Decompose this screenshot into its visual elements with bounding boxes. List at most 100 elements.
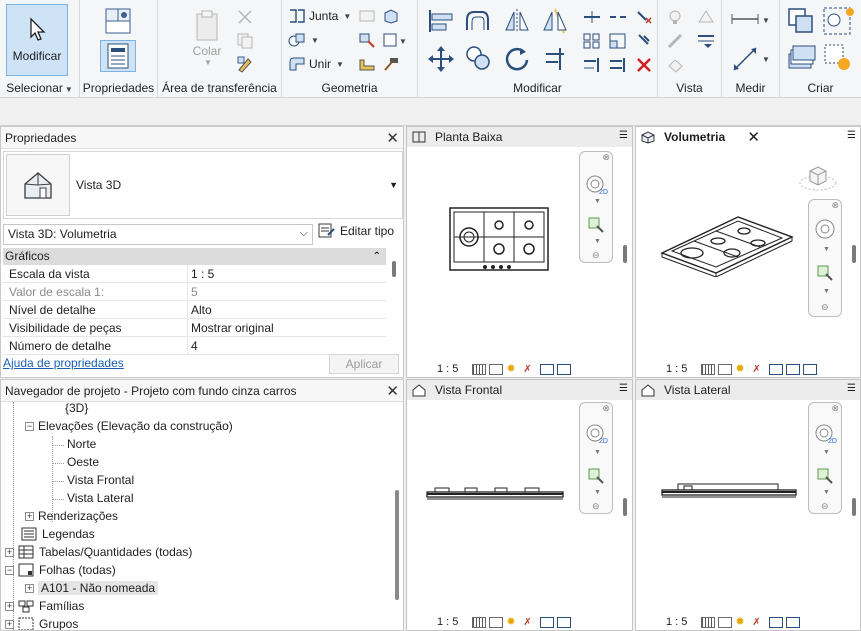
sun-path-icon[interactable]: ✹ [506,616,520,628]
instance-selector[interactable]: Vista 3D: Volumetria ⌵ [3,224,313,245]
tree-item-vista-frontal[interactable]: Vista Frontal [67,471,134,489]
view-scale[interactable]: 1 : 5 [437,616,458,628]
expand-icon[interactable]: + [25,511,34,521]
property-value[interactable]: 4 [188,337,386,354]
array-icon[interactable] [582,32,602,50]
properties-button[interactable] [100,40,136,72]
tree-item-familias[interactable]: + Famílias [5,597,84,615]
chevron-down-icon[interactable]: ▼ [823,246,830,253]
navbar-options-icon[interactable]: ⊖ [821,302,829,313]
property-value[interactable]: Mostrar original [188,319,386,336]
viewport-vista-lateral[interactable]: Vista Lateral ☰ ⊗ 2D ▼ ▼ ⊖ 1 : 5 ✹ ✗ [635,379,861,631]
tree-item-elevacoes[interactable]: − Elevações (Elevação da construção) [25,417,233,435]
view-toggle-icon[interactable] [666,56,686,74]
property-row[interactable]: Nível de detalhe Alto [3,301,386,319]
zoom-icon[interactable] [816,467,836,485]
view-menu-icon[interactable]: ☰ [847,383,856,394]
wall-joins-icon[interactable] [358,8,376,24]
navigation-bar[interactable]: ⊗ 2D ▼ ▼ ⊖ [808,402,842,514]
chevron-down-icon[interactable]: ▼ [594,489,601,496]
cooktop-front-drawing[interactable] [425,484,567,506]
selecionar-dropdown[interactable]: Selecionar ▼ [0,81,79,95]
close-icon[interactable]: ✕ [747,128,760,146]
zoom-icon[interactable] [587,467,607,485]
close-icon[interactable]: ⊗ [602,152,610,163]
navigation-bar[interactable]: ⊗ ▼ ▼ ⊖ [808,199,842,317]
tree-item-grupos[interactable]: + Grupos [5,615,78,630]
shadows-icon[interactable]: ✗ [523,364,537,375]
cooktop-plan-drawing[interactable] [449,207,551,273]
crop-region-icon[interactable] [557,363,572,375]
cut-geometry-button[interactable]: ▼ [288,32,319,48]
view-menu-icon[interactable]: ☰ [847,130,856,141]
unir-button[interactable]: Unir ▼ [288,56,344,72]
sun-path-icon[interactable]: ✹ [735,363,749,375]
view-tab-active[interactable]: Volumetria ✕ ☰ [636,127,860,147]
shadows-icon[interactable]: ✗ [752,617,766,628]
chevron-down-icon[interactable]: ▼ [823,449,830,456]
rotate-icon[interactable] [502,44,532,74]
chevron-down-icon[interactable]: ▼ [823,489,830,496]
linework-icon[interactable] [666,32,686,50]
mirror-pick-icon[interactable] [502,6,532,36]
create-assembly-icon[interactable] [786,6,816,36]
property-value[interactable]: Alto [188,301,386,318]
extend-multiple-icon[interactable] [608,56,628,74]
zoom-icon[interactable] [816,264,836,282]
modificar-button[interactable]: Modificar [6,4,68,76]
view-menu-icon[interactable]: ☰ [619,383,628,394]
visual-style-icon[interactable] [718,616,733,628]
visual-style-icon[interactable] [489,363,504,375]
steering-wheel-icon[interactable]: 2D [585,423,609,445]
close-icon[interactable]: ⊗ [602,403,610,414]
copy-element-icon[interactable] [464,44,494,74]
match-properties-icon[interactable] [236,55,254,73]
property-value[interactable]: 1 : 5 [188,265,386,282]
detail-level-icon[interactable] [472,363,487,375]
shadows-icon[interactable]: ✗ [752,364,766,375]
crop-region-icon[interactable] [803,363,818,375]
render-icon[interactable] [769,363,784,375]
property-row[interactable]: Visibilidade de peças Mostrar original [3,319,386,337]
detail-level-icon[interactable] [701,363,716,375]
visual-style-icon[interactable] [718,363,733,375]
copy-icon[interactable] [236,32,254,50]
colar-button[interactable]: Colar ▼ [186,6,228,70]
viewport-scrollbar[interactable] [852,498,856,516]
viewport-scrollbar[interactable] [852,245,856,263]
navbar-options-icon[interactable]: ⊖ [821,501,829,512]
create-parts-icon[interactable] [786,42,816,72]
crop-view-icon[interactable] [540,363,555,375]
chevron-down-icon[interactable]: ▼ [823,288,830,295]
beam-icon[interactable] [358,56,376,72]
split-icon[interactable] [582,8,602,26]
pin-icon[interactable] [634,32,654,50]
viewport-scrollbar[interactable] [623,245,627,263]
crop-view-icon[interactable] [769,616,784,628]
sun-path-icon[interactable]: ✹ [735,616,749,628]
close-icon[interactable]: ✕ [386,382,399,400]
viewport-planta-baixa[interactable]: Planta Baixa ☰ ⊗ 2D ▼ ▼ ⊖ 1 : 5 ✹ ✗ [406,126,633,378]
steering-wheel-icon[interactable]: 2D [814,423,838,445]
crop-view-icon[interactable] [540,616,555,628]
align-icon[interactable] [426,6,456,36]
view-scale[interactable]: 1 : 5 [666,616,687,628]
detail-level-icon[interactable] [472,616,487,628]
view-tab[interactable]: Vista Lateral ☰ [636,380,860,400]
override-graphics-icon[interactable] [696,8,716,26]
tree-item-a101[interactable]: + A101 - Não nomeada [25,579,159,597]
browser-scrollbar[interactable] [395,490,399,600]
unpin-icon[interactable] [634,8,654,26]
zoom-icon[interactable] [587,216,607,234]
crop-view-icon[interactable] [786,363,801,375]
edit-type-button[interactable]: Editar tipo [318,223,394,239]
cooktop-side-drawing[interactable] [660,480,800,504]
extend-icon[interactable] [582,56,602,74]
scale-icon[interactable] [608,32,628,50]
move-icon[interactable] [426,44,456,74]
collapse-icon[interactable]: − [25,421,34,431]
cooktop-3d-drawing[interactable] [658,209,796,277]
chevron-down-icon[interactable]: ▼ [594,238,601,245]
type-properties-button[interactable] [100,6,136,38]
chevron-down-icon[interactable]: ▼ [594,198,601,205]
